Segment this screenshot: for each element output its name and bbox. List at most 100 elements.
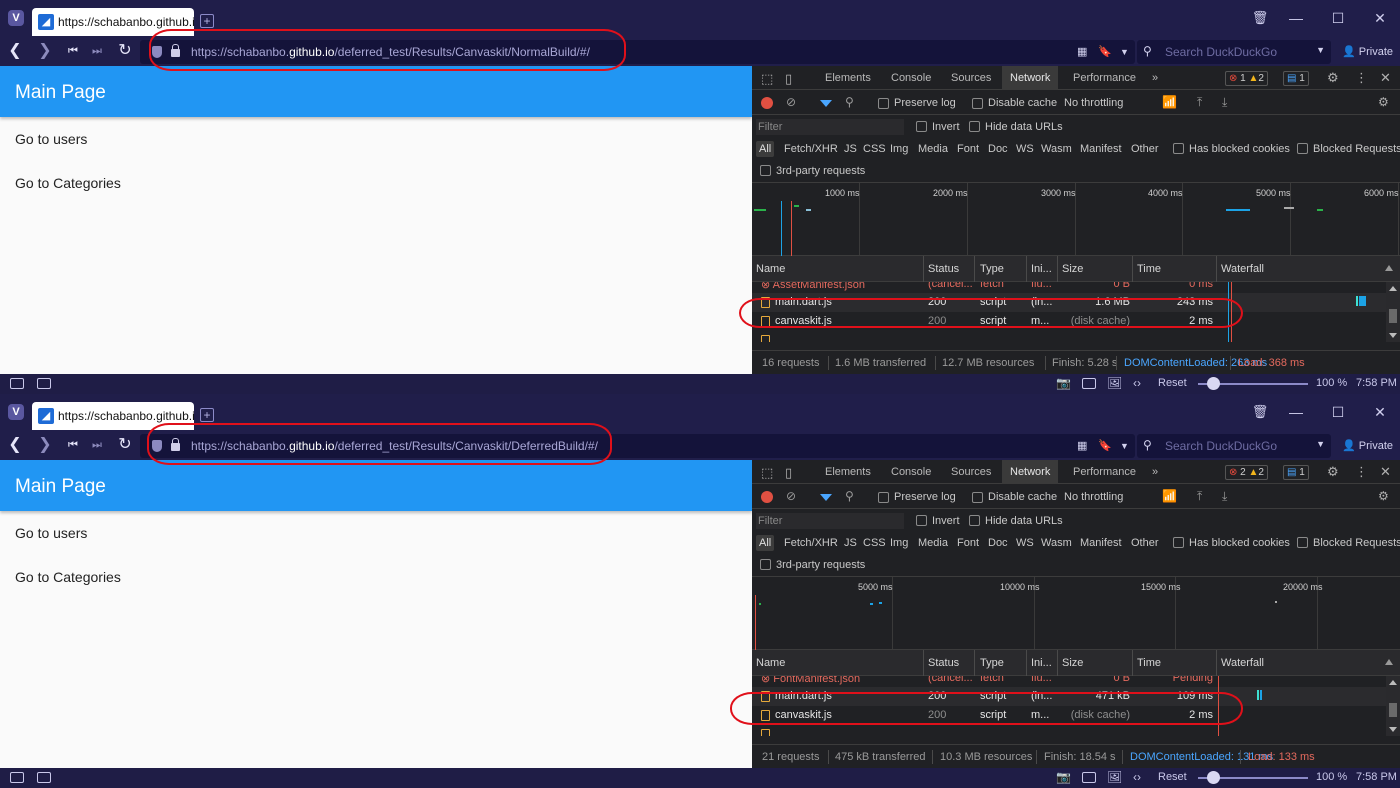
shield-icon[interactable] xyxy=(152,440,162,452)
capture-icon[interactable]: 📷 xyxy=(1056,376,1071,390)
page-actions-icon[interactable]: ‹› xyxy=(1133,376,1141,390)
type-font[interactable]: Font xyxy=(957,537,979,549)
tab-performance[interactable]: Performance xyxy=(1073,466,1136,478)
column-time[interactable]: Time xyxy=(1137,657,1161,669)
type-img[interactable]: Img xyxy=(890,537,908,549)
column-waterfall[interactable]: Waterfall xyxy=(1221,263,1264,275)
type-ws[interactable]: WS xyxy=(1016,537,1034,549)
panel-toggle-icon[interactable] xyxy=(10,378,24,389)
new-tab-icon[interactable]: + xyxy=(200,14,214,28)
minimize-icon[interactable]: — xyxy=(1286,404,1306,420)
back-icon[interactable]: ❮ xyxy=(6,435,24,455)
search-network-icon[interactable]: ⚲ xyxy=(845,489,854,503)
filter-icon[interactable] xyxy=(820,494,832,501)
close-devtools-icon[interactable]: ✕ xyxy=(1380,464,1391,480)
record-icon[interactable] xyxy=(761,97,773,109)
reload-icon[interactable]: ↻ xyxy=(116,41,134,61)
wifi-conditions-icon[interactable]: 📶 xyxy=(1162,95,1177,109)
type-js[interactable]: JS xyxy=(844,537,857,549)
request-initiator[interactable]: m... xyxy=(1031,315,1055,327)
new-tab-icon[interactable]: + xyxy=(200,408,214,422)
more-tabs-icon[interactable]: » xyxy=(1152,466,1158,478)
browser-tab[interactable]: ◢ https://schabanbo.github.io xyxy=(32,8,194,36)
column-size[interactable]: Size xyxy=(1062,657,1083,669)
inspect-icon[interactable]: ⬚ xyxy=(761,465,773,481)
request-initiator[interactable]: flu... xyxy=(1031,282,1055,290)
fast-forward-icon[interactable]: ⏭ xyxy=(88,41,106,61)
minimize-icon[interactable]: — xyxy=(1286,10,1306,26)
zoom-slider-handle[interactable] xyxy=(1207,771,1220,784)
table-scrollbar[interactable] xyxy=(1386,282,1400,342)
sort-ascending-icon[interactable] xyxy=(1385,265,1393,271)
scroll-up-icon[interactable] xyxy=(1389,680,1397,685)
tab-tiling-icon[interactable] xyxy=(37,772,51,783)
type-doc[interactable]: Doc xyxy=(988,143,1008,155)
maximize-icon[interactable]: ☐ xyxy=(1328,404,1348,421)
search-box[interactable]: ⚲ Search DuckDuckGo ▼ xyxy=(1137,434,1331,458)
image-toggle-icon[interactable]: 🖼 xyxy=(1107,376,1122,390)
trash-icon[interactable]: 🗑 xyxy=(1250,404,1270,420)
scroll-down-icon[interactable] xyxy=(1389,333,1397,338)
page-actions-icon[interactable]: ‹› xyxy=(1133,770,1141,784)
request-initiator[interactable]: (in... xyxy=(1031,690,1055,702)
record-icon[interactable] xyxy=(761,491,773,503)
third-party-checkbox[interactable] xyxy=(760,165,771,176)
browser-tab[interactable]: ◢ https://schabanbo.github.io xyxy=(32,402,194,430)
has-blocked-cookies-checkbox[interactable] xyxy=(1173,537,1184,548)
type-img[interactable]: Img xyxy=(890,143,908,155)
scroll-up-icon[interactable] xyxy=(1389,286,1397,291)
throttling-select[interactable]: No throttling xyxy=(1064,97,1123,109)
device-toolbar-icon[interactable]: ▯ xyxy=(785,71,792,87)
invert-checkbox[interactable] xyxy=(916,515,927,526)
rewind-icon[interactable]: ⏮ xyxy=(64,435,82,455)
type-wasm[interactable]: Wasm xyxy=(1041,537,1072,549)
type-media[interactable]: Media xyxy=(918,537,948,549)
type-wasm[interactable]: Wasm xyxy=(1041,143,1072,155)
invert-checkbox[interactable] xyxy=(916,121,927,132)
search-engine-dropdown-icon[interactable]: ▼ xyxy=(1316,439,1325,449)
go-to-categories-link[interactable]: Go to Categories xyxy=(15,569,121,585)
url-text[interactable]: https://schabanbo.github.io/deferred_tes… xyxy=(191,439,598,453)
search-network-icon[interactable]: ⚲ xyxy=(845,95,854,109)
clear-icon[interactable]: ⊘ xyxy=(786,489,796,503)
fast-forward-icon[interactable]: ⏭ xyxy=(88,435,106,455)
type-css[interactable]: CSS xyxy=(863,143,886,155)
shield-icon[interactable] xyxy=(152,46,162,58)
go-to-users-link[interactable]: Go to users xyxy=(15,525,87,541)
blocked-requests-checkbox[interactable] xyxy=(1297,537,1308,548)
qr-code-icon[interactable]: ▦ xyxy=(1077,439,1087,452)
vivaldi-logo-icon[interactable]: V xyxy=(8,10,24,26)
zoom-reset-button[interactable]: Reset xyxy=(1158,771,1187,783)
throttling-select[interactable]: No throttling xyxy=(1064,491,1123,503)
sort-ascending-icon[interactable] xyxy=(1385,659,1393,665)
type-media[interactable]: Media xyxy=(918,143,948,155)
tab-console[interactable]: Console xyxy=(891,466,931,478)
clear-icon[interactable]: ⊘ xyxy=(786,95,796,109)
column-initiator[interactable]: Ini... xyxy=(1031,263,1057,275)
address-bar[interactable]: https://schabanbo.github.io/deferred_tes… xyxy=(140,434,1135,458)
column-type[interactable]: Type xyxy=(980,263,1004,275)
disable-cache-checkbox[interactable] xyxy=(972,98,983,109)
type-all[interactable]: All xyxy=(756,535,775,551)
tab-sources[interactable]: Sources xyxy=(951,72,991,84)
table-row[interactable]: main.dart.js 200 script (in... 471 kB 10… xyxy=(752,687,1386,706)
scroll-thumb[interactable] xyxy=(1389,309,1397,323)
filter-icon[interactable] xyxy=(820,100,832,107)
tab-elements[interactable]: Elements xyxy=(825,466,871,478)
column-status[interactable]: Status xyxy=(928,263,959,275)
hide-data-urls-checkbox[interactable] xyxy=(969,515,980,526)
tab-performance[interactable]: Performance xyxy=(1073,72,1136,84)
table-row[interactable]: canvaskit.js 200 script m... (disk cache… xyxy=(752,706,1386,725)
rewind-icon[interactable]: ⏮ xyxy=(64,41,82,61)
table-scrollbar[interactable] xyxy=(1386,676,1400,736)
preserve-log-checkbox[interactable] xyxy=(878,98,889,109)
reload-icon[interactable]: ↻ xyxy=(116,435,134,455)
tab-console[interactable]: Console xyxy=(891,72,931,84)
bookmark-icon[interactable]: 🔖 xyxy=(1098,45,1112,58)
network-settings-gear-icon[interactable]: ⚙ xyxy=(1378,489,1389,503)
table-row[interactable]: main.dart.js 200 script (in... 1.6 MB 24… xyxy=(752,293,1386,312)
type-manifest[interactable]: Manifest xyxy=(1080,143,1122,155)
filter-input[interactable]: Filter xyxy=(756,119,904,135)
network-settings-gear-icon[interactable]: ⚙ xyxy=(1378,95,1389,109)
type-manifest[interactable]: Manifest xyxy=(1080,537,1122,549)
